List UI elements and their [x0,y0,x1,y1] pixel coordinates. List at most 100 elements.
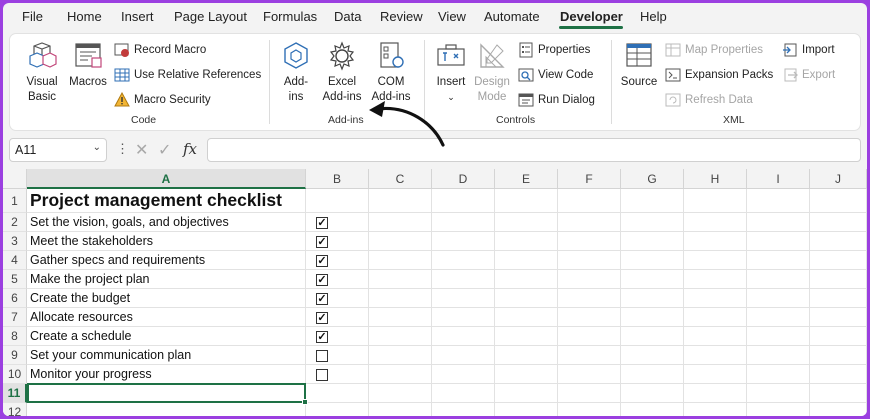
select-all-corner[interactable] [3,169,27,189]
view-code-label: View Code [538,69,594,81]
record-macro-icon [114,43,129,57]
task-cell[interactable]: Monitor your progress [30,365,152,384]
more-options-icon[interactable]: ⋮ [116,141,129,157]
column-header-j[interactable]: J [810,169,867,189]
selected-cell[interactable] [27,383,306,403]
name-box[interactable]: A11 ⌄ [9,138,107,162]
com-add-ins-icon [380,42,404,68]
task-checkbox[interactable]: ✓ [316,331,328,343]
properties-button[interactable]: Properties [518,41,590,59]
macro-security-button[interactable]: Macro Security [114,91,211,109]
export-label: Export [802,69,836,81]
add-ins-label: Add-ins [283,76,309,103]
task-checkbox[interactable]: ✓ [316,274,328,286]
map-properties-button[interactable]: Map Properties [665,41,763,59]
task-checkbox[interactable]: ✓ [316,217,328,229]
record-macro-button[interactable]: Record Macro [114,41,206,59]
column-header-d[interactable]: D [432,169,495,189]
task-checkbox[interactable]: ✓ [316,293,328,305]
refresh-data-button[interactable]: Refresh Data [665,91,753,109]
row-header-7[interactable]: 7 [3,308,27,327]
column-header-g[interactable]: G [621,169,684,189]
task-cell[interactable]: Meet the stakeholders [30,232,153,251]
column-header-c[interactable]: C [369,169,432,189]
row-header-10[interactable]: 10 [3,365,27,384]
tab-file[interactable]: File [22,9,43,24]
active-tab-indicator [559,26,623,29]
row-header-3[interactable]: 3 [3,232,27,251]
tab-formulas[interactable]: Formulas [263,9,317,24]
import-button[interactable]: Import [782,41,835,59]
task-cell[interactable]: Create the budget [30,289,130,308]
task-checkbox[interactable] [316,350,328,362]
excel-add-ins-label: Excel Add-ins [322,76,362,103]
view-code-icon [518,68,534,82]
column-header-f[interactable]: F [558,169,621,189]
row-header-5[interactable]: 5 [3,270,27,289]
export-button[interactable]: Export [782,66,835,84]
view-code-button[interactable]: View Code [518,66,593,84]
visual-basic-label: Visual Basic [26,76,58,103]
import-icon [783,43,797,57]
expansion-packs-button[interactable]: Expansion Packs [665,66,773,84]
column-header-h[interactable]: H [684,169,747,189]
tab-insert[interactable]: Insert [121,9,154,24]
tab-home[interactable]: Home [67,9,102,24]
row-header-4[interactable]: 4 [3,251,27,270]
formula-input[interactable] [207,138,861,162]
row-header-12[interactable]: 12 [3,403,27,416]
task-cell[interactable]: Set your communication plan [30,346,191,365]
use-relative-references-button[interactable]: Use Relative References [114,66,261,84]
add-ins-button[interactable]: Add-ins [276,40,316,105]
task-cell[interactable]: Allocate resources [30,308,133,327]
column-header-b[interactable]: B [306,169,369,189]
run-dialog-label: Run Dialog [538,94,595,106]
task-checkbox[interactable] [316,369,328,381]
macro-security-label: Macro Security [134,94,211,106]
column-header-e[interactable]: E [495,169,558,189]
tab-developer[interactable]: Developer [560,9,623,24]
tab-help[interactable]: Help [640,9,667,24]
fill-handle[interactable] [302,399,308,405]
excel-add-ins-button[interactable]: Excel Add-ins [319,40,365,105]
tab-page-layout[interactable]: Page Layout [174,9,247,24]
task-cell[interactable]: Set the vision, goals, and objectives [30,213,229,232]
cancel-icon[interactable]: ✕ [135,140,148,160]
row-header-9[interactable]: 9 [3,346,27,365]
macros-button[interactable]: Macros [68,40,108,90]
insert-function-icon[interactable]: fx [183,140,197,158]
column-header-a[interactable]: A [27,169,306,189]
tab-review[interactable]: Review [380,9,423,24]
row-header-8[interactable]: 8 [3,327,27,346]
task-checkbox[interactable]: ✓ [316,236,328,248]
task-checkbox[interactable]: ✓ [316,255,328,267]
tab-view[interactable]: View [438,9,466,24]
map-properties-icon [665,43,681,57]
sheet-title[interactable]: Project management checklist [30,189,282,211]
design-mode-button[interactable]: Design Mode [472,40,512,105]
tab-data[interactable]: Data [334,9,361,24]
enter-icon[interactable]: ✓ [158,140,171,160]
row-header-11[interactable]: 11 [3,384,27,403]
visual-basic-button[interactable]: Visual Basic [20,40,64,105]
column-header-i[interactable]: I [747,169,810,189]
spreadsheet-grid: A B C D E F G H I J 1 2 3 4 5 6 7 8 9 10 11 12 Project managem… [3,169,867,416]
annotation-arrow [369,101,445,147]
gridline [27,307,867,308]
source-button[interactable]: Source [618,40,660,90]
task-cell[interactable]: Gather specs and requirements [30,251,205,270]
gridline [27,326,867,327]
tab-automate[interactable]: Automate [484,9,540,24]
gridline [746,189,747,416]
run-dialog-button[interactable]: Run Dialog [518,91,595,109]
row-header-2[interactable]: 2 [3,213,27,232]
task-cell[interactable]: Create a schedule [30,327,131,346]
task-checkbox[interactable]: ✓ [316,312,328,324]
row-header-6[interactable]: 6 [3,289,27,308]
ribbon-separator [611,40,612,124]
chevron-down-icon[interactable]: ⌄ [93,142,101,153]
row-header-1[interactable]: 1 [3,189,27,213]
task-cell[interactable]: Make the project plan [30,270,150,289]
use-relative-references-label: Use Relative References [134,69,262,81]
macros-label: Macros [69,76,107,88]
